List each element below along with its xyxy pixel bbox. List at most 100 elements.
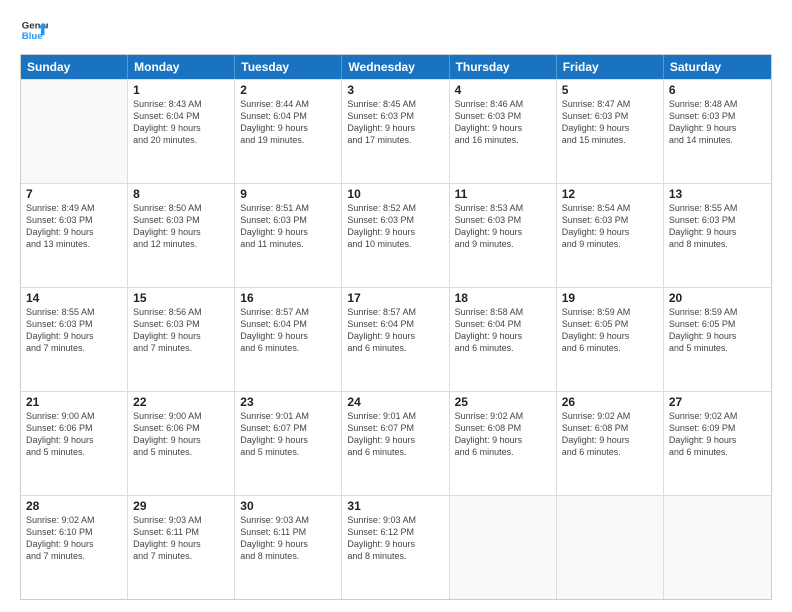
cell-info: Sunrise: 8:57 AMSunset: 6:04 PMDaylight:… — [240, 306, 336, 355]
cell-date: 15 — [133, 291, 229, 305]
cell-info: Sunrise: 8:52 AMSunset: 6:03 PMDaylight:… — [347, 202, 443, 251]
cal-cell-1-2: 9Sunrise: 8:51 AMSunset: 6:03 PMDaylight… — [235, 184, 342, 287]
cal-cell-1-3: 10Sunrise: 8:52 AMSunset: 6:03 PMDayligh… — [342, 184, 449, 287]
cell-date: 29 — [133, 499, 229, 513]
cell-date: 1 — [133, 83, 229, 97]
cell-info: Sunrise: 9:00 AMSunset: 6:06 PMDaylight:… — [133, 410, 229, 459]
calendar-header: SundayMondayTuesdayWednesdayThursdayFrid… — [21, 55, 771, 79]
cell-info: Sunrise: 8:45 AMSunset: 6:03 PMDaylight:… — [347, 98, 443, 147]
cell-info: Sunrise: 9:03 AMSunset: 6:11 PMDaylight:… — [133, 514, 229, 563]
cal-cell-2-2: 16Sunrise: 8:57 AMSunset: 6:04 PMDayligh… — [235, 288, 342, 391]
weekday-header-sunday: Sunday — [21, 55, 128, 79]
cal-cell-0-0 — [21, 80, 128, 183]
weekday-header-wednesday: Wednesday — [342, 55, 449, 79]
cell-date: 26 — [562, 395, 658, 409]
cal-cell-0-6: 6Sunrise: 8:48 AMSunset: 6:03 PMDaylight… — [664, 80, 771, 183]
weekday-header-tuesday: Tuesday — [235, 55, 342, 79]
cal-cell-2-0: 14Sunrise: 8:55 AMSunset: 6:03 PMDayligh… — [21, 288, 128, 391]
cell-date: 6 — [669, 83, 766, 97]
cell-date: 10 — [347, 187, 443, 201]
cal-cell-3-6: 27Sunrise: 9:02 AMSunset: 6:09 PMDayligh… — [664, 392, 771, 495]
cal-cell-2-5: 19Sunrise: 8:59 AMSunset: 6:05 PMDayligh… — [557, 288, 664, 391]
header: General Blue — [20, 16, 772, 44]
cal-cell-4-6 — [664, 496, 771, 599]
cell-date: 24 — [347, 395, 443, 409]
logo-icon: General Blue — [20, 16, 48, 44]
cell-date: 18 — [455, 291, 551, 305]
cell-date: 31 — [347, 499, 443, 513]
calendar-row-0: 1Sunrise: 8:43 AMSunset: 6:04 PMDaylight… — [21, 79, 771, 183]
page: General Blue SundayMondayTuesdayWednesda… — [0, 0, 792, 612]
cell-date: 16 — [240, 291, 336, 305]
cal-cell-3-2: 23Sunrise: 9:01 AMSunset: 6:07 PMDayligh… — [235, 392, 342, 495]
cell-info: Sunrise: 8:51 AMSunset: 6:03 PMDaylight:… — [240, 202, 336, 251]
cell-date: 17 — [347, 291, 443, 305]
cal-cell-1-6: 13Sunrise: 8:55 AMSunset: 6:03 PMDayligh… — [664, 184, 771, 287]
calendar-row-2: 14Sunrise: 8:55 AMSunset: 6:03 PMDayligh… — [21, 287, 771, 391]
cell-info: Sunrise: 8:47 AMSunset: 6:03 PMDaylight:… — [562, 98, 658, 147]
cell-info: Sunrise: 9:00 AMSunset: 6:06 PMDaylight:… — [26, 410, 122, 459]
cell-info: Sunrise: 8:59 AMSunset: 6:05 PMDaylight:… — [669, 306, 766, 355]
cal-cell-3-4: 25Sunrise: 9:02 AMSunset: 6:08 PMDayligh… — [450, 392, 557, 495]
cell-info: Sunrise: 9:03 AMSunset: 6:12 PMDaylight:… — [347, 514, 443, 563]
cal-cell-2-6: 20Sunrise: 8:59 AMSunset: 6:05 PMDayligh… — [664, 288, 771, 391]
cell-info: Sunrise: 8:58 AMSunset: 6:04 PMDaylight:… — [455, 306, 551, 355]
cell-date: 22 — [133, 395, 229, 409]
cal-cell-0-5: 5Sunrise: 8:47 AMSunset: 6:03 PMDaylight… — [557, 80, 664, 183]
cell-date: 20 — [669, 291, 766, 305]
cal-cell-1-1: 8Sunrise: 8:50 AMSunset: 6:03 PMDaylight… — [128, 184, 235, 287]
cell-date: 21 — [26, 395, 122, 409]
cell-info: Sunrise: 9:02 AMSunset: 6:08 PMDaylight:… — [455, 410, 551, 459]
cell-date: 3 — [347, 83, 443, 97]
cal-cell-1-0: 7Sunrise: 8:49 AMSunset: 6:03 PMDaylight… — [21, 184, 128, 287]
cell-info: Sunrise: 8:43 AMSunset: 6:04 PMDaylight:… — [133, 98, 229, 147]
cell-info: Sunrise: 8:49 AMSunset: 6:03 PMDaylight:… — [26, 202, 122, 251]
cal-cell-0-4: 4Sunrise: 8:46 AMSunset: 6:03 PMDaylight… — [450, 80, 557, 183]
cell-date: 11 — [455, 187, 551, 201]
cal-cell-2-1: 15Sunrise: 8:56 AMSunset: 6:03 PMDayligh… — [128, 288, 235, 391]
cell-date: 30 — [240, 499, 336, 513]
calendar: SundayMondayTuesdayWednesdayThursdayFrid… — [20, 54, 772, 600]
cell-date: 27 — [669, 395, 766, 409]
calendar-row-4: 28Sunrise: 9:02 AMSunset: 6:10 PMDayligh… — [21, 495, 771, 599]
cell-date: 14 — [26, 291, 122, 305]
cell-info: Sunrise: 8:55 AMSunset: 6:03 PMDaylight:… — [669, 202, 766, 251]
cell-info: Sunrise: 8:46 AMSunset: 6:03 PMDaylight:… — [455, 98, 551, 147]
cell-info: Sunrise: 8:57 AMSunset: 6:04 PMDaylight:… — [347, 306, 443, 355]
cell-info: Sunrise: 8:54 AMSunset: 6:03 PMDaylight:… — [562, 202, 658, 251]
cell-info: Sunrise: 9:03 AMSunset: 6:11 PMDaylight:… — [240, 514, 336, 563]
cell-info: Sunrise: 9:01 AMSunset: 6:07 PMDaylight:… — [240, 410, 336, 459]
cell-info: Sunrise: 8:50 AMSunset: 6:03 PMDaylight:… — [133, 202, 229, 251]
cell-info: Sunrise: 9:02 AMSunset: 6:09 PMDaylight:… — [669, 410, 766, 459]
cal-cell-0-2: 2Sunrise: 8:44 AMSunset: 6:04 PMDaylight… — [235, 80, 342, 183]
cal-cell-0-3: 3Sunrise: 8:45 AMSunset: 6:03 PMDaylight… — [342, 80, 449, 183]
cell-date: 12 — [562, 187, 658, 201]
cal-cell-3-0: 21Sunrise: 9:00 AMSunset: 6:06 PMDayligh… — [21, 392, 128, 495]
cal-cell-2-4: 18Sunrise: 8:58 AMSunset: 6:04 PMDayligh… — [450, 288, 557, 391]
calendar-body: 1Sunrise: 8:43 AMSunset: 6:04 PMDaylight… — [21, 79, 771, 599]
cell-info: Sunrise: 8:55 AMSunset: 6:03 PMDaylight:… — [26, 306, 122, 355]
calendar-row-3: 21Sunrise: 9:00 AMSunset: 6:06 PMDayligh… — [21, 391, 771, 495]
calendar-row-1: 7Sunrise: 8:49 AMSunset: 6:03 PMDaylight… — [21, 183, 771, 287]
cell-date: 9 — [240, 187, 336, 201]
weekday-header-monday: Monday — [128, 55, 235, 79]
cell-info: Sunrise: 8:44 AMSunset: 6:04 PMDaylight:… — [240, 98, 336, 147]
cell-date: 19 — [562, 291, 658, 305]
cell-date: 25 — [455, 395, 551, 409]
cell-info: Sunrise: 9:01 AMSunset: 6:07 PMDaylight:… — [347, 410, 443, 459]
cal-cell-4-4 — [450, 496, 557, 599]
weekday-header-thursday: Thursday — [450, 55, 557, 79]
cell-info: Sunrise: 9:02 AMSunset: 6:08 PMDaylight:… — [562, 410, 658, 459]
cal-cell-4-2: 30Sunrise: 9:03 AMSunset: 6:11 PMDayligh… — [235, 496, 342, 599]
weekday-header-friday: Friday — [557, 55, 664, 79]
cell-date: 28 — [26, 499, 122, 513]
cell-date: 5 — [562, 83, 658, 97]
cell-info: Sunrise: 8:53 AMSunset: 6:03 PMDaylight:… — [455, 202, 551, 251]
cal-cell-4-3: 31Sunrise: 9:03 AMSunset: 6:12 PMDayligh… — [342, 496, 449, 599]
cell-info: Sunrise: 9:02 AMSunset: 6:10 PMDaylight:… — [26, 514, 122, 563]
cell-date: 23 — [240, 395, 336, 409]
cell-date: 8 — [133, 187, 229, 201]
cell-date: 2 — [240, 83, 336, 97]
cal-cell-1-5: 12Sunrise: 8:54 AMSunset: 6:03 PMDayligh… — [557, 184, 664, 287]
cell-date: 7 — [26, 187, 122, 201]
